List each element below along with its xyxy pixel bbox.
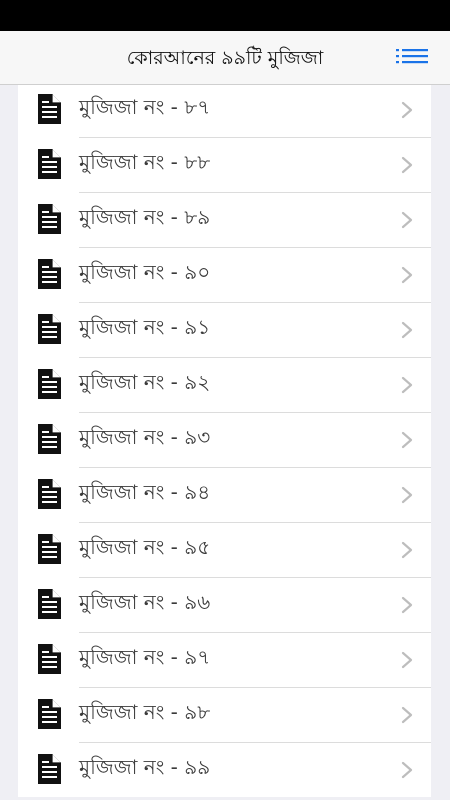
- list-item-label: মুজিজা নং - ৯৯: [79, 755, 211, 779]
- list-item-label: মুজিজা নং - ৯০: [79, 260, 211, 284]
- nav-bar: কোরআনের ৯৯টি মুজিজা: [0, 31, 450, 85]
- mujiza-list: মুজিজা নং - ৮৭ মুজিজা নং - ৮৮ মুজিজা নং - …: [18, 85, 431, 797]
- document-icon: [38, 534, 61, 564]
- page-title: কোরআনের ৯৯টি মুজিজা: [126, 47, 324, 69]
- list-item-label: মুজিজা নং - ৮৭: [79, 95, 211, 119]
- list-item-label: মুজিজা নং - ৮৮: [79, 150, 211, 174]
- document-icon: [38, 314, 61, 344]
- chevron-right-icon: [401, 321, 413, 339]
- status-bar: [0, 0, 450, 31]
- list-item[interactable]: মুজিজা নং - ৯১: [18, 303, 431, 358]
- list-item[interactable]: মুজিজা নং - ৯৪: [18, 468, 431, 523]
- chevron-right-icon: [401, 156, 413, 174]
- list-item-label: মুজিজা নং - ৯২: [79, 370, 211, 394]
- list-menu-icon: [396, 49, 428, 64]
- document-icon: [38, 589, 61, 619]
- document-icon: [38, 149, 61, 179]
- chevron-right-icon: [401, 761, 413, 779]
- document-icon: [38, 204, 61, 234]
- list-item[interactable]: মুজিজা নং - ৯২: [18, 358, 431, 413]
- chevron-right-icon: [401, 651, 413, 669]
- list-item[interactable]: মুজিজা নং - ৮৭: [18, 85, 431, 138]
- document-icon: [38, 699, 61, 729]
- chevron-right-icon: [401, 376, 413, 394]
- list-item-label: মুজিজা নং - ৯১: [79, 315, 211, 339]
- list-item[interactable]: মুজিজা নং - ৯৩: [18, 413, 431, 468]
- list-item-label: মুজিজা নং - ৯৩: [79, 425, 211, 449]
- document-icon: [38, 754, 61, 784]
- list-item[interactable]: মুজিজা নং - ৯৬: [18, 578, 431, 633]
- chevron-right-icon: [401, 541, 413, 559]
- list-item[interactable]: মুজিজা নং - ৮৯: [18, 193, 431, 248]
- list-item[interactable]: মুজিজা নং - ৯৫: [18, 523, 431, 578]
- list-item-label: মুজিজা নং - ৯৪: [79, 480, 211, 504]
- chevron-right-icon: [401, 706, 413, 724]
- list-item[interactable]: মুজিজা নং - ৯৮: [18, 688, 431, 743]
- document-icon: [38, 259, 61, 289]
- list-item[interactable]: মুজিজা নং - ৯৯: [18, 743, 431, 797]
- document-icon: [38, 424, 61, 454]
- chevron-right-icon: [401, 101, 413, 119]
- list-item[interactable]: মুজিজা নং - ৮৮: [18, 138, 431, 193]
- document-icon: [38, 479, 61, 509]
- document-icon: [38, 644, 61, 674]
- list-item-label: মুজিজা নং - ৯৬: [79, 590, 211, 614]
- chevron-right-icon: [401, 266, 413, 284]
- chevron-right-icon: [401, 486, 413, 504]
- chevron-right-icon: [401, 596, 413, 614]
- list-item[interactable]: মুজিজা নং - ৯০: [18, 248, 431, 303]
- chevron-right-icon: [401, 431, 413, 449]
- list-item-label: মুজিজা নং - ৯৮: [79, 700, 211, 724]
- document-icon: [38, 94, 61, 124]
- list-item-label: মুজিজা নং - ৯৭: [79, 645, 211, 669]
- chevron-right-icon: [401, 211, 413, 229]
- list-item-label: মুজিজা নং - ৯৫: [79, 535, 211, 559]
- menu-button[interactable]: [396, 46, 428, 70]
- list-item[interactable]: মুজিজা নং - ৯৭: [18, 633, 431, 688]
- list-item-label: মুজিজা নং - ৮৯: [79, 205, 211, 229]
- document-icon: [38, 369, 61, 399]
